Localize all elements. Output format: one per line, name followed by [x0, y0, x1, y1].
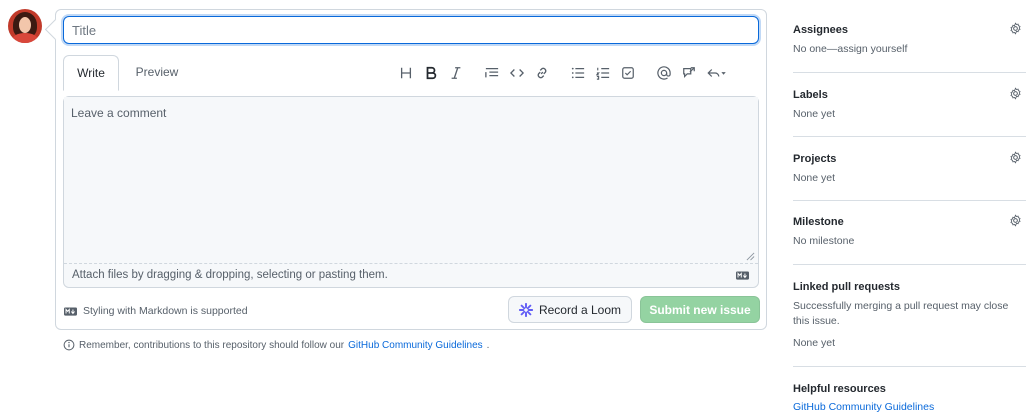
- guidelines-prefix: Remember, contributions to this reposito…: [79, 339, 345, 351]
- bold-icon[interactable]: [421, 62, 441, 84]
- avatar-face: [19, 17, 31, 33]
- markdown-support-note[interactable]: Styling with Markdown is supported: [64, 303, 248, 319]
- linked-prs-value: None yet: [793, 337, 836, 349]
- sidebar-projects[interactable]: Projects None yet: [793, 151, 1026, 186]
- markdown-icon: [736, 271, 749, 280]
- labels-value: None yet: [793, 108, 836, 120]
- markdown-toolbar: [396, 62, 761, 84]
- gear-icon[interactable]: [1009, 214, 1022, 227]
- guidelines-note: Remember, contributions to this reposito…: [63, 339, 489, 351]
- numbered-list-icon[interactable]: [593, 62, 613, 84]
- sidebar-divider: [793, 200, 1026, 201]
- helpful-resources-heading: Helpful resources: [793, 383, 886, 395]
- bulleted-list-icon[interactable]: [568, 62, 588, 84]
- title-input[interactable]: [63, 16, 759, 44]
- projects-value: None yet: [793, 172, 836, 184]
- attach-files-text: Attach files by dragging & dropping, sel…: [72, 269, 388, 281]
- record-loom-label: Record a Loom: [538, 302, 622, 317]
- new-issue-form: Write Preview Attach files by dragging &…: [55, 9, 767, 330]
- tab-preview[interactable]: Preview: [135, 55, 179, 91]
- gear-icon[interactable]: [1009, 22, 1022, 35]
- tab-write[interactable]: Write: [63, 55, 119, 91]
- linked-prs-heading: Linked pull requests: [793, 281, 900, 293]
- comment-box: Attach files by dragging & dropping, sel…: [63, 96, 759, 288]
- link-icon[interactable]: [532, 62, 552, 84]
- sidebar-divider: [793, 366, 1026, 367]
- resize-grip-icon[interactable]: [746, 252, 755, 261]
- projects-heading: Projects: [793, 153, 837, 165]
- loom-icon: [518, 302, 533, 317]
- record-loom-button[interactable]: Record a Loom: [508, 296, 632, 323]
- heading-icon[interactable]: [396, 62, 416, 84]
- comment-textarea[interactable]: [64, 97, 758, 263]
- community-guidelines-sidebar-link[interactable]: GitHub Community Guidelines: [793, 401, 1026, 413]
- assignees-heading: Assignees: [793, 24, 849, 36]
- sidebar-helpful-resources: Helpful resources GitHub Community Guide…: [793, 383, 1026, 413]
- gear-icon[interactable]: [1009, 151, 1022, 164]
- avatar[interactable]: [8, 9, 42, 43]
- sidebar-labels[interactable]: Labels None yet: [793, 87, 1026, 122]
- mention-icon[interactable]: [654, 62, 674, 84]
- submit-issue-button[interactable]: Submit new issue: [640, 296, 760, 323]
- info-icon: [63, 339, 75, 351]
- sidebar-assignees[interactable]: Assignees No one—assign yourself: [793, 22, 1026, 57]
- linked-prs-description: Successfully merging a pull request may …: [793, 300, 1009, 327]
- labels-heading: Labels: [793, 89, 828, 101]
- assignees-value[interactable]: No one—assign yourself: [793, 42, 1026, 57]
- milestone-value: No milestone: [793, 235, 855, 247]
- sidebar-milestone[interactable]: Milestone No milestone: [793, 214, 1026, 249]
- sidebar-linked-prs: Linked pull requests Successfully mergin…: [793, 281, 1026, 351]
- community-guidelines-link[interactable]: GitHub Community Guidelines: [348, 340, 483, 351]
- markdown-icon: [64, 306, 77, 316]
- avatar-shirt: [12, 33, 38, 43]
- italic-icon[interactable]: [446, 62, 466, 84]
- gear-icon[interactable]: [1009, 87, 1022, 100]
- code-icon[interactable]: [507, 62, 527, 84]
- milestone-heading: Milestone: [793, 216, 844, 228]
- sidebar-divider: [793, 136, 1026, 137]
- sidebar-divider: [793, 72, 1026, 73]
- task-list-icon[interactable]: [618, 62, 638, 84]
- markdown-note-text: Styling with Markdown is supported: [83, 305, 248, 317]
- attach-files-bar[interactable]: Attach files by dragging & dropping, sel…: [64, 263, 758, 287]
- saved-reply-icon[interactable]: [704, 62, 730, 84]
- reference-icon[interactable]: [679, 62, 699, 84]
- guidelines-suffix: .: [486, 339, 490, 351]
- sidebar-divider: [793, 264, 1026, 265]
- quote-icon[interactable]: [482, 62, 502, 84]
